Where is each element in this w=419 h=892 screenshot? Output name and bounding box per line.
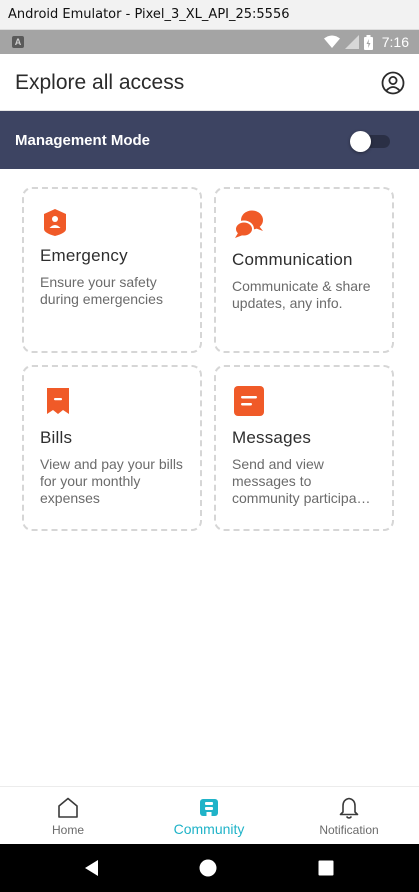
nav-label: Notification xyxy=(319,823,379,837)
home-icon xyxy=(58,797,78,818)
card-title: Messages xyxy=(232,428,312,447)
nav-home[interactable]: Home xyxy=(0,787,140,845)
shield-icon xyxy=(44,209,66,236)
status-bar: A 7:16 xyxy=(0,30,419,54)
card-title: Emergency xyxy=(40,246,128,265)
bell-icon xyxy=(339,797,359,819)
card-description: Communicate & share updates, any info. xyxy=(232,278,371,311)
home-circle-icon[interactable] xyxy=(198,858,218,878)
card-description: Ensure your safety during emergencies xyxy=(40,274,163,307)
signal-icon xyxy=(344,35,359,49)
card-bills[interactable]: Bills View and pay your bills for your m… xyxy=(22,365,202,531)
emulator-title: Android Emulator - Pixel_3_XL_API_25:555… xyxy=(8,7,290,22)
toggle-thumb xyxy=(350,131,371,152)
nav-label: Home xyxy=(51,823,84,837)
page-title: Explore all access xyxy=(15,71,185,94)
wifi-icon xyxy=(323,35,340,48)
community-icon xyxy=(200,799,218,816)
battery-icon xyxy=(363,34,373,50)
nav-community[interactable]: Community xyxy=(139,787,279,845)
bottom-navigation: Home Community Notification xyxy=(0,786,419,844)
profile-button[interactable] xyxy=(381,71,405,95)
management-mode-bar: Management Mode xyxy=(0,111,419,169)
card-title: Bills xyxy=(40,428,73,447)
card-communication[interactable]: Communication Communicate & share update… xyxy=(214,187,394,353)
notification-icon: A xyxy=(12,36,24,48)
card-emergency[interactable]: Emergency Ensure your safety during emer… xyxy=(22,187,202,353)
nav-label: Community xyxy=(173,821,245,837)
chat-bubbles-icon xyxy=(234,210,263,238)
message-icon xyxy=(234,386,264,416)
card-messages[interactable]: Messages Send and view messages to commu… xyxy=(214,365,394,531)
system-navigation-bar xyxy=(0,844,419,892)
status-time: 7:16 xyxy=(381,34,409,50)
management-mode-label: Management Mode xyxy=(15,132,151,149)
app-bar: Explore all access xyxy=(0,54,419,111)
emulator-title-bar: Android Emulator - Pixel_3_XL_API_25:555… xyxy=(0,0,419,30)
card-description: View and pay your bills for your monthly… xyxy=(40,456,183,506)
card-description: Send and view messages to community part… xyxy=(232,456,371,506)
management-mode-toggle[interactable] xyxy=(350,131,390,152)
user-circle-icon xyxy=(381,71,405,95)
receipt-icon xyxy=(47,388,69,414)
recents-icon[interactable] xyxy=(316,858,336,878)
card-title: Communication xyxy=(232,250,353,269)
nav-notification[interactable]: Notification xyxy=(279,787,419,845)
back-icon[interactable] xyxy=(82,858,102,878)
